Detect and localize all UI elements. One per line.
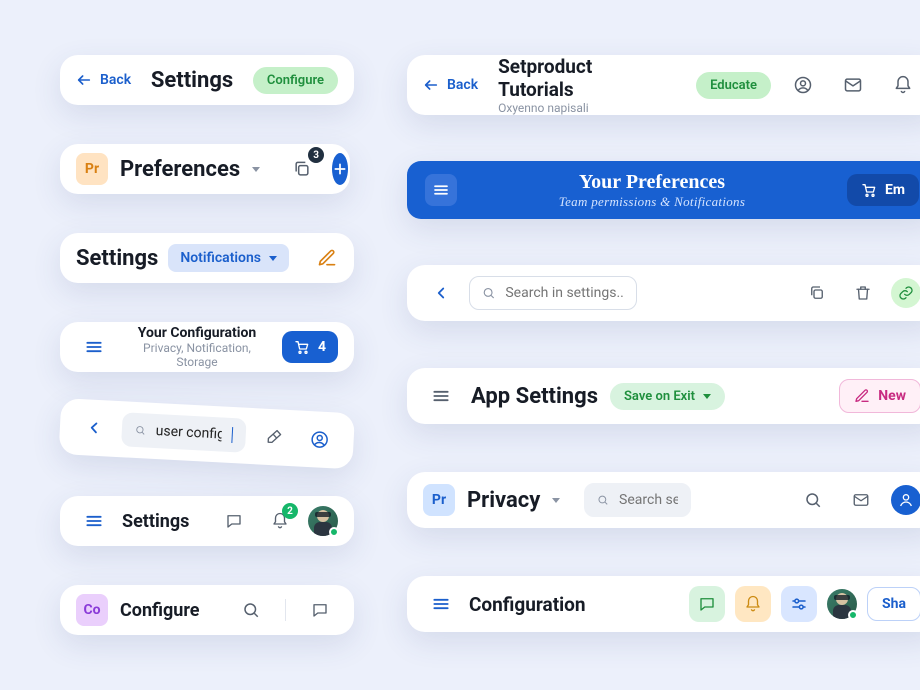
copy-icon[interactable] xyxy=(799,275,835,311)
back-link[interactable]: Back xyxy=(423,77,478,93)
chip-label: Notifications xyxy=(180,250,261,266)
menu-button[interactable] xyxy=(423,586,459,622)
search-input-wrapper xyxy=(469,276,637,310)
header-app-settings: App Settings Save on Exit New xyxy=(407,368,920,424)
bell-button[interactable] xyxy=(735,586,771,622)
notifications-chip[interactable]: Notifications xyxy=(168,244,289,272)
header-search xyxy=(407,265,920,321)
configure-pill[interactable]: Configure xyxy=(253,67,338,94)
cart-button[interactable]: 4 xyxy=(282,331,338,363)
avatar-placeholder[interactable] xyxy=(891,485,920,515)
header-preferences: Pr Preferences 3 xyxy=(60,144,350,194)
chat-icon[interactable] xyxy=(216,503,252,539)
header-configure: Co Configure xyxy=(60,585,354,635)
user-circle-icon[interactable] xyxy=(301,421,339,459)
header-search-tilted xyxy=(59,398,356,469)
chevron-down-icon xyxy=(269,256,277,261)
text-cursor xyxy=(232,427,234,443)
co-badge: Co xyxy=(76,594,108,626)
settings-title: Settings xyxy=(76,246,158,271)
chevron-left-icon[interactable] xyxy=(75,409,113,447)
banner-title: Your Preferences xyxy=(471,171,833,194)
cart-label: Em xyxy=(885,182,905,198)
chevron-left-icon[interactable] xyxy=(423,275,459,311)
pr-badge: Pr xyxy=(423,484,455,516)
search-input[interactable] xyxy=(155,423,222,442)
header-simple-back: Back Settings Configure xyxy=(60,55,354,105)
search-input-wrapper xyxy=(121,412,247,452)
header-configuration: Configuration Sha xyxy=(407,576,920,632)
menu-button[interactable] xyxy=(76,329,112,365)
notification-count: 2 xyxy=(282,503,298,519)
chip-label: Save on Exit xyxy=(624,389,695,404)
header-settings-notifications: Settings Notifications xyxy=(60,233,354,283)
cart-count: 4 xyxy=(318,339,326,355)
chevron-down-icon[interactable] xyxy=(252,167,260,172)
configuration-title: Your Configuration xyxy=(124,325,270,341)
user-circle-icon[interactable] xyxy=(785,67,821,103)
menu-button[interactable] xyxy=(425,174,457,206)
page-title: Settings xyxy=(151,68,233,93)
configuration-subtitle: Privacy, Notification, Storage xyxy=(124,341,270,369)
chevron-down-icon xyxy=(703,394,711,399)
header-your-configuration: Your Configuration Privacy, Notification… xyxy=(60,322,354,372)
avatar[interactable] xyxy=(308,506,338,536)
cart-button[interactable]: Em xyxy=(847,174,919,206)
search-input[interactable] xyxy=(619,492,678,508)
tutorials-subtitle: Oxyenno napisali xyxy=(498,101,668,115)
settings-title: Settings xyxy=(122,511,189,532)
back-label: Back xyxy=(100,72,131,88)
edit-button[interactable] xyxy=(309,240,345,276)
divider xyxy=(285,599,286,621)
configure-title: Configure xyxy=(120,600,200,621)
search-icon[interactable] xyxy=(795,482,831,518)
app-settings-title: App Settings xyxy=(471,384,598,409)
search-icon[interactable] xyxy=(233,592,269,628)
chat-button[interactable] xyxy=(689,586,725,622)
add-button[interactable] xyxy=(332,153,348,185)
chat-icon[interactable] xyxy=(302,592,338,628)
back-link[interactable]: Back xyxy=(76,72,131,88)
sliders-button[interactable] xyxy=(781,586,817,622)
header-settings-avatar: Settings 2 xyxy=(60,496,354,546)
bell-icon[interactable]: 2 xyxy=(262,503,298,539)
erase-button[interactable] xyxy=(255,418,293,456)
trash-icon[interactable] xyxy=(845,275,881,311)
configuration-title: Configuration xyxy=(469,593,586,616)
new-button[interactable]: New xyxy=(839,379,920,413)
count-badge: 3 xyxy=(308,147,324,163)
menu-button[interactable] xyxy=(423,378,459,414)
header-privacy: Pr Privacy xyxy=(407,472,920,528)
menu-button[interactable] xyxy=(76,503,112,539)
back-label: Back xyxy=(447,77,478,93)
header-tutorials: Back Setproduct Tutorials Oxyenno napisa… xyxy=(407,55,920,115)
save-on-exit-chip[interactable]: Save on Exit xyxy=(610,383,725,410)
search-input-wrapper xyxy=(584,483,690,517)
pr-badge: Pr xyxy=(76,153,108,185)
mail-icon[interactable] xyxy=(843,482,879,518)
mail-icon[interactable] xyxy=(835,67,871,103)
copy-button[interactable]: 3 xyxy=(284,151,320,187)
educate-pill[interactable]: Educate xyxy=(696,72,771,99)
bell-icon[interactable] xyxy=(885,67,920,103)
privacy-title: Privacy xyxy=(467,488,540,513)
link-icon[interactable] xyxy=(891,278,920,308)
banner-subtitle: Team permissions & Notifications xyxy=(471,194,833,210)
tutorials-title: Setproduct Tutorials xyxy=(498,55,668,101)
search-input[interactable] xyxy=(505,285,624,301)
share-button[interactable]: Sha xyxy=(867,587,920,621)
preferences-title: Preferences xyxy=(120,157,240,182)
chevron-down-icon[interactable] xyxy=(552,498,560,503)
avatar[interactable] xyxy=(827,589,857,619)
new-label: New xyxy=(878,388,906,404)
banner-preferences: Your Preferences Team permissions & Noti… xyxy=(407,161,920,219)
